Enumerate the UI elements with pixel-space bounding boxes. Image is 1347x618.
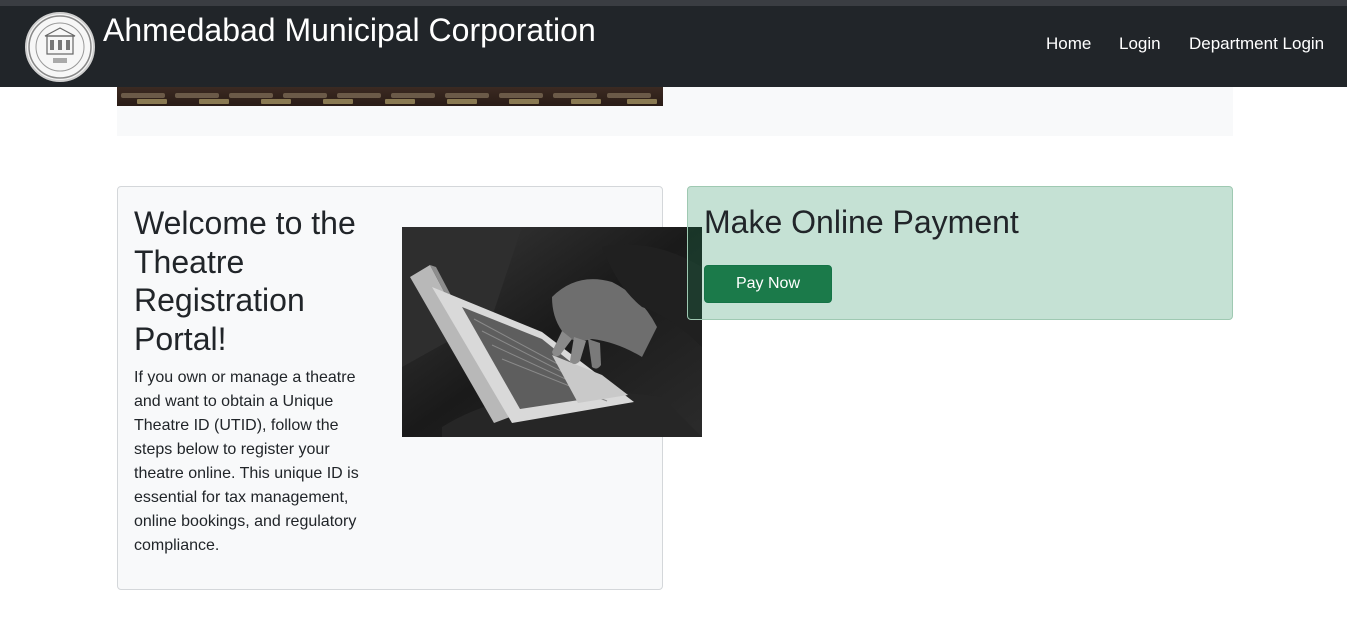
welcome-description: If you own or manage a theatre and want … bbox=[134, 369, 359, 554]
nav-department-login-link[interactable]: Department Login bbox=[1189, 34, 1324, 54]
hero-banner bbox=[117, 87, 1233, 136]
amc-seal-logo[interactable] bbox=[25, 12, 95, 82]
site-title[interactable]: Ahmedabad Municipal Corporation bbox=[103, 11, 596, 49]
payment-card: Make Online Payment Pay Now bbox=[687, 186, 1233, 320]
laptop-typing-image bbox=[402, 227, 702, 437]
navbar: Ahmedabad Municipal Corporation Home Log… bbox=[0, 6, 1347, 87]
payment-title: Make Online Payment bbox=[704, 204, 1019, 240]
welcome-title: Welcome to the Theatre Registration Port… bbox=[134, 205, 356, 357]
nav-home-link[interactable]: Home bbox=[1046, 34, 1091, 54]
theatre-seats-image bbox=[117, 87, 663, 106]
pay-now-button[interactable]: Pay Now bbox=[704, 265, 832, 303]
nav-login-link[interactable]: Login bbox=[1119, 34, 1161, 54]
